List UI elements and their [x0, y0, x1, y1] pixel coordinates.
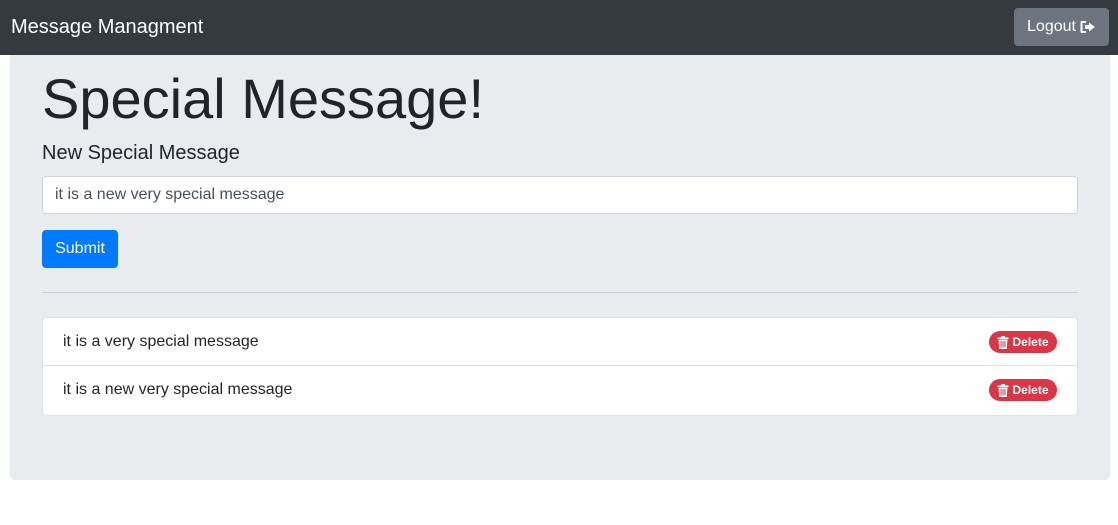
delete-button[interactable]: Delete	[989, 379, 1057, 401]
new-message-input[interactable]	[42, 176, 1078, 214]
page-title: Special Message!	[42, 67, 485, 130]
divider	[42, 292, 1078, 293]
sign-out-icon	[1080, 20, 1096, 34]
logout-label: Logout	[1027, 18, 1076, 35]
message-text: it is a new very special message	[63, 381, 293, 398]
submit-button[interactable]: Submit	[42, 230, 118, 268]
trash-icon	[997, 383, 1009, 397]
list-item: it is a very special message Delete	[43, 318, 1077, 366]
navbar: Message Managment Logout	[0, 0, 1118, 55]
new-message-label: New Special Message	[42, 142, 240, 164]
navbar-brand[interactable]: Message Managment	[11, 15, 203, 39]
list-item: it is a new very special message Delete	[43, 366, 1077, 415]
message-list: it is a very special message Delete it i…	[42, 317, 1078, 416]
delete-label: Delete	[1012, 335, 1049, 349]
logout-button[interactable]: Logout	[1014, 8, 1109, 46]
message-panel: Special Message! New Special Message Sub…	[10, 55, 1110, 480]
message-text: it is a very special message	[63, 333, 259, 350]
delete-button[interactable]: Delete	[989, 331, 1057, 353]
delete-label: Delete	[1012, 383, 1049, 397]
trash-icon	[997, 335, 1009, 349]
